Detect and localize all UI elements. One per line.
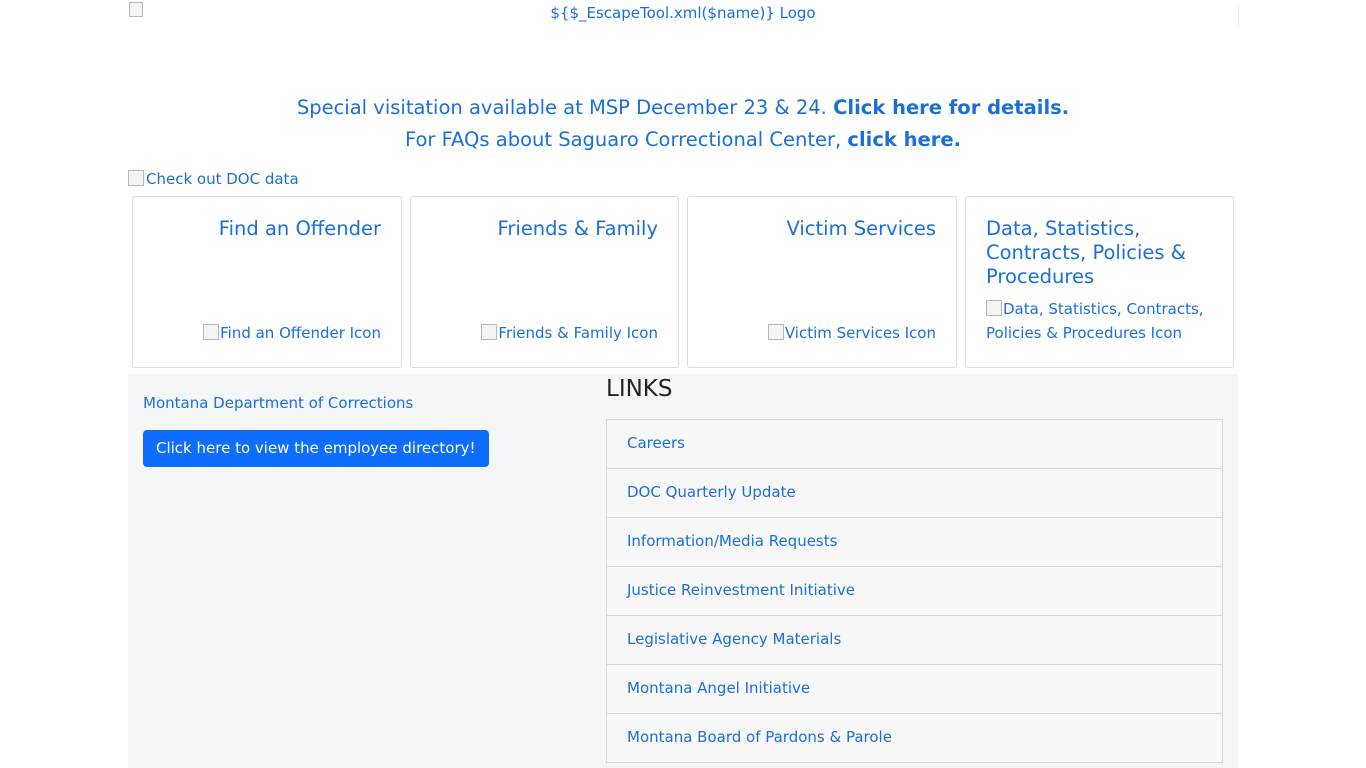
link-quarterly-update[interactable]: DOC Quarterly Update [627,483,796,501]
agency-link[interactable]: Montana Department of Corrections [143,394,413,412]
link-media-requests[interactable]: Information/Media Requests [627,532,837,550]
card-find-offender[interactable]: Find an Offender Find an Offender Icon [132,196,402,368]
links-heading: LINKS [606,376,673,402]
friends-family-icon: Friends & Family Icon [481,321,658,345]
list-item[interactable]: DOC Quarterly Update [606,469,1223,518]
broken-image-icon [128,170,144,186]
link-careers[interactable]: Careers [627,434,685,452]
list-item[interactable]: Montana Angel Initiative [606,665,1223,714]
list-item[interactable]: Justice Reinvestment Initiative [606,567,1223,616]
list-item[interactable]: Information/Media Requests [606,518,1223,567]
alert-text: For FAQs about Saguaro Correctional Cent… [404,128,848,151]
list-item[interactable]: Careers [606,420,1223,469]
alert-details-link[interactable]: Click here for details. [833,96,1069,119]
data-statistics-icon: Data, Statistics, Contracts, Policies & … [986,300,1204,342]
site-logo[interactable]: ${$_EscapeTool.xml($name)} Logo [128,0,1238,28]
link-angel-initiative[interactable]: Montana Angel Initiative [627,679,810,697]
logo-alt-text[interactable]: ${$_EscapeTool.xml($name)} Logo [128,4,1238,22]
card-data-statistics[interactable]: Data, Statistics, Contracts, Policies & … [965,196,1234,368]
link-legislative-materials[interactable]: Legislative Agency Materials [627,630,841,648]
card-title[interactable]: Victim Services [708,217,936,241]
employee-directory-button[interactable]: Click here to view the employee director… [143,430,489,467]
card-title[interactable]: Data, Statistics, Contracts, Policies & … [986,217,1213,289]
doc-data-banner[interactable]: Check out DOC data [128,170,299,188]
link-justice-reinvestment[interactable]: Justice Reinvestment Initiative [627,581,855,599]
card-title[interactable]: Find an Offender [153,217,381,241]
card-victim-services[interactable]: Victim Services Victim Services Icon [687,196,957,368]
alert-text: Special visitation available at MSP Dece… [296,96,834,119]
doc-data-alt: Check out DOC data [146,170,299,188]
list-item[interactable]: Montana Board of Pardons & Parole [606,714,1223,763]
find-offender-icon: Find an Offender Icon [203,321,381,345]
links-list: Careers DOC Quarterly Update Information… [606,419,1223,763]
link-pardons-parole[interactable]: Montana Board of Pardons & Parole [627,728,892,746]
victim-services-icon: Victim Services Icon [767,321,936,345]
lower-section: Montana Department of Corrections Click … [128,374,1238,768]
faq-link[interactable]: click here. [847,128,961,151]
faq-alert: For FAQs about Saguaro Correctional Cent… [0,128,1366,151]
list-item[interactable]: Legislative Agency Materials [606,616,1223,665]
card-friends-family[interactable]: Friends & Family Friends & Family Icon [410,196,679,368]
divider [1238,4,1239,28]
visitation-alert: Special visitation available at MSP Dece… [0,96,1366,119]
card-title[interactable]: Friends & Family [431,217,658,241]
